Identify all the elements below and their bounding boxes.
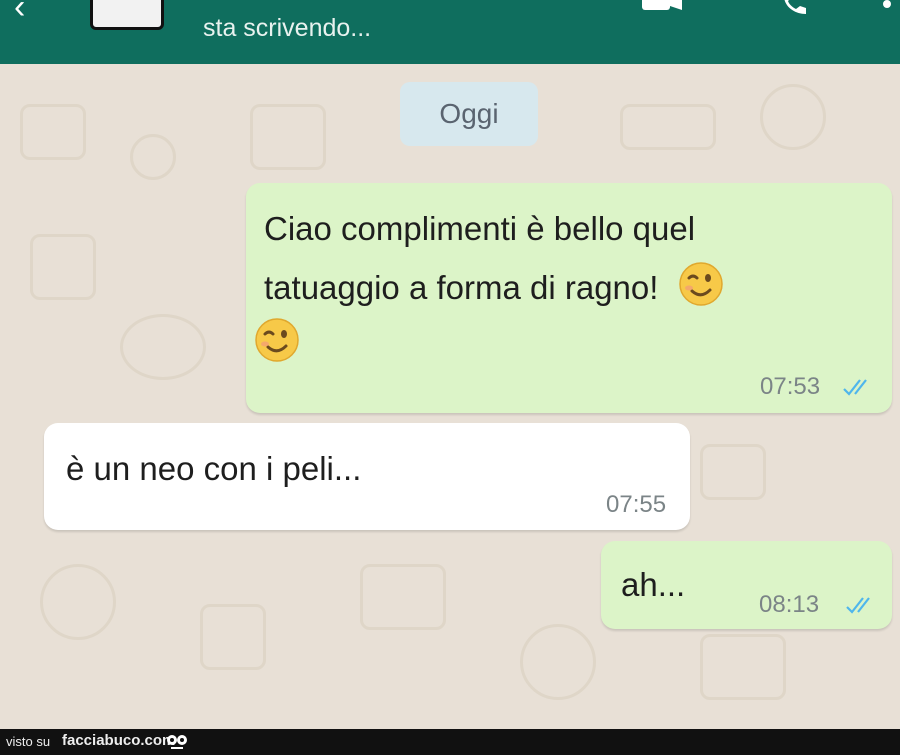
message-text: ah... — [621, 566, 686, 603]
facciabuco-logo-icon — [167, 735, 187, 749]
message-time: 07:55 — [606, 491, 667, 518]
wallpaper-doodle — [30, 234, 96, 300]
wallpaper-doodle — [360, 564, 446, 630]
message-time: 07:53 — [760, 373, 821, 400]
typing-status: sta scrivendo... — [203, 14, 372, 42]
wallpaper-doodle — [700, 444, 766, 500]
outgoing-message-bubble[interactable]: Ciao complimenti è bello quel tatuaggio … — [246, 183, 892, 413]
wallpaper-doodle — [40, 564, 116, 640]
winking-face-emoji — [678, 262, 723, 306]
watermark-footer: visto su facciabuco.com — [0, 729, 900, 755]
wallpaper-doodle — [700, 634, 786, 700]
avatar[interactable] — [90, 0, 164, 30]
wallpaper-doodle — [120, 314, 206, 380]
wallpaper-doodle — [760, 84, 826, 150]
phone-icon[interactable] — [780, 0, 814, 18]
wallpaper-doodle — [130, 134, 176, 180]
watermark-prefix: visto su — [6, 734, 51, 749]
message-text: Ciao complimenti è bello quel tatuaggio … — [255, 199, 884, 363]
message-line: Ciao complimenti è bello quel — [264, 210, 696, 247]
outgoing-message-bubble[interactable]: ah... 08:13 — [601, 541, 892, 629]
more-vert-icon[interactable] — [882, 0, 892, 14]
incoming-message-bubble[interactable]: è un neo con i peli... 07:55 — [44, 423, 690, 530]
video-call-icon[interactable] — [640, 0, 684, 14]
wallpaper-doodle — [250, 104, 326, 170]
wallpaper-doodle — [620, 104, 716, 150]
date-chip: Oggi — [400, 82, 538, 146]
chat-header: ‹ sta scrivendo... — [0, 0, 900, 64]
read-receipt-icon — [843, 379, 867, 396]
message-line: tatuaggio a forma di ragno! — [264, 269, 659, 306]
message-text: è un neo con i peli... — [66, 450, 362, 487]
wallpaper-doodle — [200, 604, 266, 670]
wallpaper-doodle — [520, 624, 596, 700]
read-receipt-icon — [846, 597, 870, 614]
wallpaper-doodle — [20, 104, 86, 160]
message-time: 08:13 — [759, 591, 820, 618]
watermark-brand[interactable]: facciabuco.com — [62, 732, 175, 749]
arrow-left-icon[interactable]: ‹ — [14, 0, 25, 24]
winking-face-emoji — [255, 318, 299, 362]
